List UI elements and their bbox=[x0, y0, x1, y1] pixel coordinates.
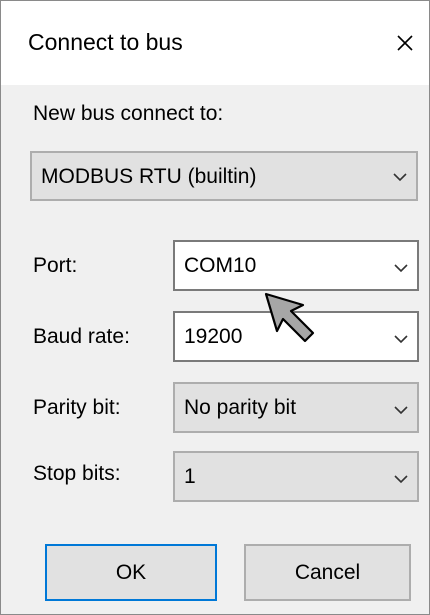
bus-type-value: MODBUS RTU (builtin) bbox=[41, 165, 257, 188]
stop-bits-value: 1 bbox=[184, 465, 196, 488]
baud-rate-label: Baud rate: bbox=[33, 325, 130, 348]
chevron-down-icon bbox=[394, 264, 408, 273]
parity-bit-label: Parity bit: bbox=[33, 396, 121, 419]
bus-type-select[interactable]: MODBUS RTU (builtin) bbox=[30, 151, 418, 201]
stop-bits-label: Stop bits: bbox=[33, 462, 121, 485]
close-button[interactable] bbox=[385, 23, 425, 63]
mouse-pointer-icon bbox=[264, 292, 315, 343]
bus-label: New bus connect to: bbox=[33, 102, 224, 125]
port-label: Port: bbox=[33, 254, 78, 277]
connect-to-bus-dialog: Connect to bus New bus connect to: MODBU… bbox=[0, 0, 430, 615]
close-icon bbox=[397, 35, 413, 51]
stop-bits-select[interactable]: 1 bbox=[173, 451, 419, 502]
cancel-button[interactable]: Cancel bbox=[244, 544, 411, 601]
dialog-title: Connect to bus bbox=[28, 29, 183, 55]
port-value: COM10 bbox=[184, 254, 257, 277]
parity-bit-select[interactable]: No parity bit bbox=[173, 382, 419, 433]
chevron-down-icon bbox=[393, 173, 407, 182]
ok-button[interactable]: OK bbox=[45, 544, 217, 601]
chevron-down-icon bbox=[394, 475, 408, 484]
chevron-down-icon bbox=[394, 335, 408, 344]
baud-rate-value: 19200 bbox=[184, 325, 243, 348]
title-bar: Connect to bus bbox=[1, 1, 429, 85]
chevron-down-icon bbox=[394, 406, 408, 415]
port-select[interactable]: COM10 bbox=[173, 240, 419, 291]
parity-bit-value: No parity bit bbox=[184, 396, 297, 419]
